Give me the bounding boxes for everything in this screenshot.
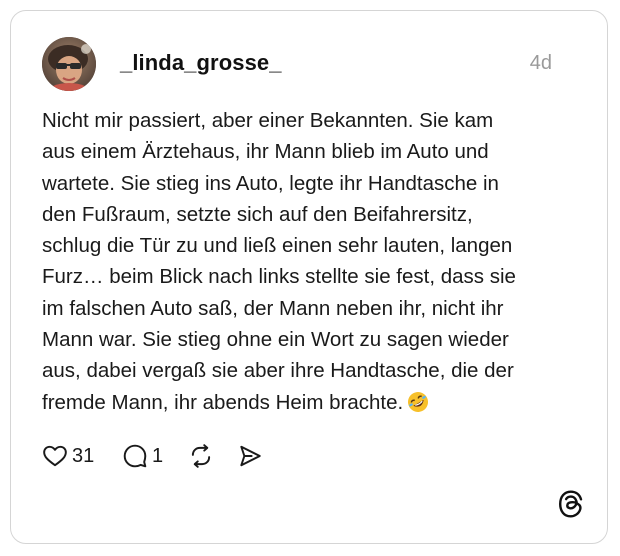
share-button[interactable] (237, 441, 263, 471)
post-body: Nicht mir passiert, aber einer Bekannten… (42, 109, 516, 414)
rolling-on-floor-laughing-emoji (408, 391, 429, 412)
comment-icon (123, 444, 147, 468)
comment-button[interactable]: 1 (122, 441, 163, 471)
share-icon (240, 445, 261, 467)
like-button[interactable]: 31 (42, 441, 94, 471)
timestamp: 4d (529, 52, 552, 74)
avatar[interactable] (42, 37, 96, 91)
comment-count: 1 (152, 444, 164, 467)
post-card: _linda_grosse_ 4d Nicht mir passiert, ab… (10, 10, 608, 544)
like-count: 31 (72, 444, 95, 467)
repost-icon (191, 444, 211, 468)
post-text: Nicht mir passiert, aber einer Bekannten… (42, 105, 572, 418)
threads-logo-icon (556, 489, 586, 519)
username[interactable]: _linda_grosse_ (120, 50, 282, 76)
repost-button[interactable] (188, 441, 214, 471)
heart-icon (43, 445, 67, 467)
